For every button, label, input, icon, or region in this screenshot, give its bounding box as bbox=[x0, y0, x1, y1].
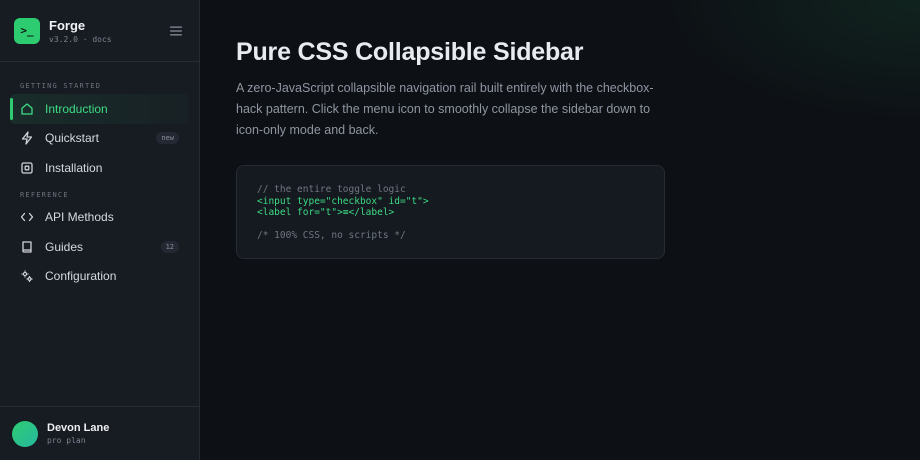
sidebar: >_ Forge v3.2.0 · docs GETTING STARTED I… bbox=[0, 0, 200, 460]
sidebar-item-quickstart[interactable]: Quickstart new bbox=[10, 124, 189, 154]
user-plan: pro plan bbox=[47, 436, 86, 445]
menu-toggle-button[interactable] bbox=[167, 22, 185, 40]
sidebar-item-label: Guides bbox=[45, 239, 84, 254]
sidebar-item-label: API Methods bbox=[45, 210, 114, 225]
user-name: Devon Lane bbox=[47, 422, 110, 434]
code-comment: // the entire toggle logic bbox=[257, 184, 406, 195]
sidebar-item-label: Installation bbox=[45, 160, 103, 175]
badge-count: 12 bbox=[160, 240, 179, 253]
sidebar-item-introduction[interactable]: Introduction bbox=[10, 94, 189, 124]
code-icon bbox=[20, 210, 34, 224]
package-icon bbox=[20, 161, 34, 175]
code-line: <input type="checkbox" id="t"> bbox=[257, 195, 429, 207]
user-text: Devon Lane pro plan bbox=[47, 422, 109, 445]
page-title: Pure CSS Collapsible Sidebar bbox=[236, 38, 584, 66]
book-icon bbox=[20, 240, 34, 254]
section-label-reference: REFERENCE bbox=[20, 190, 69, 199]
logo: >_ bbox=[14, 17, 40, 44]
brand-header: >_ Forge v3.2.0 · docs bbox=[0, 0, 199, 62]
code-line: <label for="t">≡</label> bbox=[257, 207, 395, 219]
user-profile[interactable]: Devon Lane pro plan bbox=[0, 406, 199, 460]
sidebar-item-installation[interactable]: Installation bbox=[10, 153, 189, 183]
brand-text: Forge v3.2.0 · docs bbox=[49, 18, 167, 44]
page-description: A zero-JavaScript collapsible navigation… bbox=[236, 81, 654, 137]
sidebar-item-api-methods[interactable]: API Methods bbox=[10, 203, 189, 233]
brand-version: v3.2.0 · docs bbox=[49, 34, 112, 44]
home-icon bbox=[20, 102, 34, 116]
sidebar-item-guides[interactable]: Guides 12 bbox=[10, 232, 189, 262]
sidebar-item-configuration[interactable]: Configuration bbox=[10, 262, 189, 292]
sidebar-item-label: Quickstart bbox=[45, 131, 100, 146]
main-content: Pure CSS Collapsible Sidebar A zero-Java… bbox=[200, 0, 920, 460]
code-block: // the entire toggle logic <input type="… bbox=[236, 165, 665, 259]
app-shell: >_ Forge v3.2.0 · docs GETTING STARTED I… bbox=[0, 0, 920, 460]
settings-icon bbox=[20, 269, 34, 283]
sidebar-item-label: Introduction bbox=[45, 101, 108, 116]
section-label-getting-started: GETTING STARTED bbox=[20, 82, 102, 90]
sidebar-nav: GETTING STARTED Introduction Quickstart … bbox=[0, 62, 199, 406]
avatar bbox=[12, 420, 38, 447]
hamburger-icon bbox=[170, 26, 182, 35]
badge-new: new bbox=[156, 132, 179, 145]
code-comment: /* 100% CSS, no scripts */ bbox=[257, 230, 406, 242]
lightning-icon bbox=[20, 131, 34, 145]
brand-name: Forge bbox=[49, 17, 86, 33]
sidebar-item-label: Configuration bbox=[45, 269, 117, 284]
